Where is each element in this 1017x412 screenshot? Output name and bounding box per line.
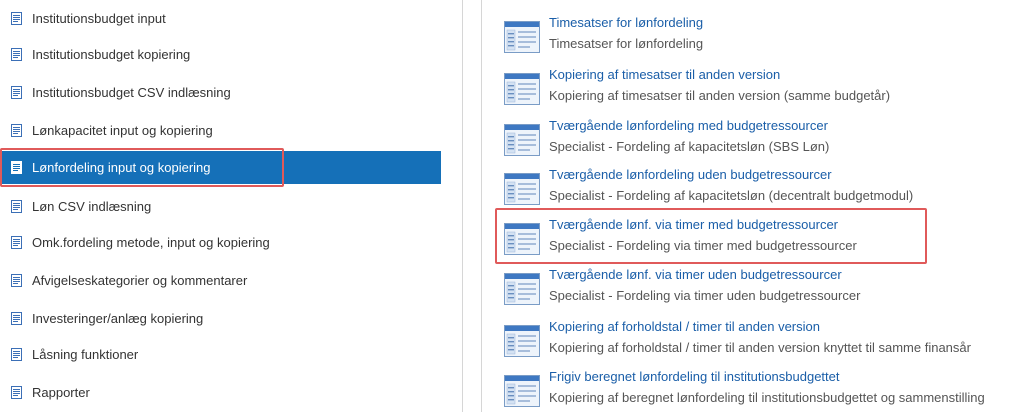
sidebar-item-lonkapacitet[interactable]: Lønkapacitet input og kopiering: [0, 114, 441, 147]
document-icon: [11, 312, 22, 325]
entry-description: Specialist - Fordeling af kapacitetsløn …: [549, 188, 914, 203]
entry-lonf-timer-med[interactable]: Tværgående lønf. via timer med budgetres…: [504, 216, 1017, 256]
form-page-icon: [504, 325, 540, 357]
sidebar-item-label: Løn CSV indlæsning: [32, 199, 152, 214]
sidebar-item-institutionsbudget-kopiering[interactable]: Institutionsbudget kopiering: [0, 38, 441, 71]
document-icon: [11, 48, 22, 61]
entry-description: Specialist - Fordeling af kapacitetsløn …: [549, 139, 830, 154]
document-icon: [11, 274, 22, 287]
entry-title[interactable]: Kopiering af timesatser til anden versio…: [549, 67, 780, 82]
form-page-icon: [504, 21, 540, 53]
sidebar-item-rapporter[interactable]: Rapporter: [0, 376, 441, 409]
entry-description: Specialist - Fordeling via timer med bud…: [549, 238, 857, 253]
sidebar-item-omk-fordeling[interactable]: Omk.fordeling metode, input og kopiering: [0, 226, 441, 259]
entry-title[interactable]: Tværgående lønfordeling uden budgetresso…: [549, 167, 832, 182]
sidebar-item-lasning[interactable]: Låsning funktioner: [0, 338, 441, 371]
sidebar-item-label: Rapporter: [32, 385, 90, 400]
form-page-icon: [504, 124, 540, 156]
entry-tvaergaende-med[interactable]: Tværgående lønfordeling med budgetressou…: [504, 117, 1017, 157]
entry-title[interactable]: Timesatser for lønfordeling: [549, 15, 703, 30]
entry-description: Kopiering af forholdstal / timer til and…: [549, 340, 971, 355]
entry-timesatser[interactable]: Timesatser for lønfordeling Timesatser f…: [504, 14, 1017, 54]
document-icon: [11, 348, 22, 361]
sidebar-item-institutionsbudget-input[interactable]: Institutionsbudget input: [0, 2, 441, 35]
entry-description: Specialist - Fordeling via timer uden bu…: [549, 288, 861, 303]
sidebar-item-label: Lønfordeling input og kopiering: [32, 160, 211, 175]
sidebar-item-label: Institutionsbudget CSV indlæsning: [32, 85, 231, 100]
sidebar-item-label: Lønkapacitet input og kopiering: [32, 123, 213, 138]
sidebar-item-afvigelseskategorier[interactable]: Afvigelseskategorier og kommentarer: [0, 264, 441, 297]
sidebar-item-investeringer[interactable]: Investeringer/anlæg kopiering: [0, 302, 441, 335]
sidebar-nav: Institutionsbudget input Institutionsbud…: [0, 0, 470, 412]
form-page-icon: [504, 223, 540, 255]
entry-title[interactable]: Kopiering af forholdstal / timer til and…: [549, 319, 820, 334]
document-icon: [11, 12, 22, 25]
sidebar-item-label: Institutionsbudget kopiering: [32, 47, 191, 62]
entry-kopiering-forholdstal[interactable]: Kopiering af forholdstal / timer til and…: [504, 318, 1017, 358]
form-page-icon: [504, 173, 540, 205]
entry-title[interactable]: Tværgående lønf. via timer med budgetres…: [549, 217, 838, 232]
form-page-icon: [504, 73, 540, 105]
entry-lonf-timer-uden[interactable]: Tværgående lønf. via timer uden budgetre…: [504, 266, 1017, 306]
entry-description: Timesatser for lønfordeling: [549, 36, 704, 51]
document-icon: [11, 236, 22, 249]
entry-tvaergaende-uden[interactable]: Tværgående lønfordeling uden budgetresso…: [504, 166, 1017, 206]
entry-kopiering-timesatser[interactable]: Kopiering af timesatser til anden versio…: [504, 66, 1017, 106]
sidebar-item-label: Omk.fordeling metode, input og kopiering: [32, 235, 270, 250]
sidebar-item-lonfordeling[interactable]: Lønfordeling input og kopiering: [0, 151, 441, 184]
sidebar-item-institutionsbudget-csv[interactable]: Institutionsbudget CSV indlæsning: [0, 76, 441, 109]
entry-title[interactable]: Tværgående lønfordeling med budgetressou…: [549, 118, 828, 133]
document-icon: [11, 161, 22, 174]
sidebar-item-lon-csv[interactable]: Løn CSV indlæsning: [0, 190, 441, 223]
form-page-icon: [504, 375, 540, 407]
entry-title[interactable]: Frigiv beregnet lønfordeling til institu…: [549, 369, 840, 384]
sidebar-item-label: Afvigelseskategorier og kommentarer: [32, 273, 248, 288]
document-icon: [11, 200, 22, 213]
form-page-icon: [504, 273, 540, 305]
sidebar-item-label: Investeringer/anlæg kopiering: [32, 311, 204, 326]
sidebar-item-label: Låsning funktioner: [32, 347, 139, 362]
entry-frigiv-lonfordeling[interactable]: Frigiv beregnet lønfordeling til institu…: [504, 368, 1017, 408]
sidebar-item-label: Institutionsbudget input: [32, 11, 166, 26]
document-icon: [11, 86, 22, 99]
entry-description: Kopiering af beregnet lønfordeling til i…: [549, 390, 985, 405]
content-panel: Timesatser for lønfordeling Timesatser f…: [482, 0, 1017, 412]
entry-title[interactable]: Tværgående lønf. via timer uden budgetre…: [549, 267, 842, 282]
entry-description: Kopiering af timesatser til anden versio…: [549, 88, 891, 103]
panel-divider: [462, 0, 463, 412]
document-icon: [11, 124, 22, 137]
document-icon: [11, 386, 22, 399]
